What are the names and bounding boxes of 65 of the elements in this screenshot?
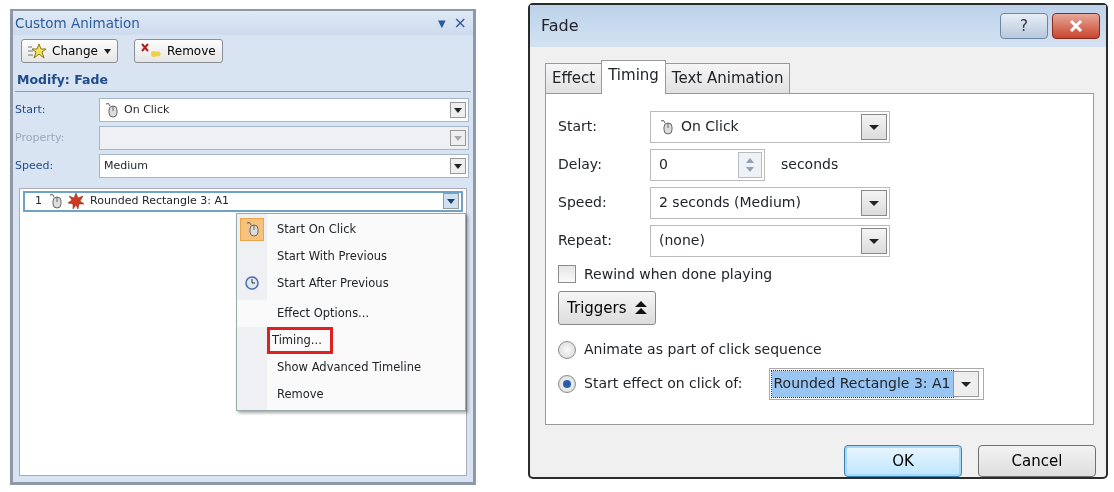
caret-icon bbox=[454, 106, 462, 113]
remove-icon bbox=[140, 43, 161, 59]
menu-item[interactable]: Start With Previous bbox=[237, 242, 465, 270]
radio-button[interactable] bbox=[558, 374, 576, 393]
mouse-icon bbox=[245, 221, 259, 238]
clock-icon bbox=[245, 276, 259, 291]
triggers-button[interactable]: Triggers bbox=[558, 290, 656, 325]
collapse-icon bbox=[634, 300, 647, 315]
help-button[interactable]: ? bbox=[1000, 12, 1048, 39]
caret-icon bbox=[454, 162, 462, 169]
menu-item[interactable]: Timing... bbox=[237, 326, 465, 354]
field-label: Delay: bbox=[558, 155, 603, 175]
menu-item[interactable]: Show Advanced Timeline bbox=[237, 353, 465, 381]
trigger-dropdown[interactable]: Rounded Rectangle 3: A1 bbox=[768, 367, 984, 400]
close-icon bbox=[1069, 19, 1083, 32]
menu-item[interactable]: Start On Click bbox=[237, 215, 465, 243]
radio-label: Animate as part of click sequence bbox=[584, 340, 822, 360]
checkbox[interactable] bbox=[558, 265, 576, 284]
field-label: Repeat: bbox=[558, 231, 613, 251]
dropdown-field[interactable]: 2 seconds (Medium) bbox=[650, 186, 890, 219]
change-button[interactable]: Change bbox=[21, 39, 118, 63]
dropdown-field[interactable]: On Click bbox=[650, 110, 890, 143]
spinner-field[interactable]: 0 bbox=[650, 148, 765, 181]
radio-button[interactable] bbox=[558, 340, 576, 359]
tab[interactable]: Timing bbox=[601, 59, 666, 94]
close-button[interactable] bbox=[1052, 12, 1100, 39]
caret-icon bbox=[454, 134, 462, 141]
field-label: Speed: bbox=[558, 193, 608, 213]
close-button[interactable]: × bbox=[453, 11, 467, 35]
menu-item[interactable]: Start After Previous bbox=[237, 269, 465, 297]
pane-title: Custom Animation bbox=[15, 13, 140, 33]
caret-icon bbox=[103, 48, 111, 54]
section-heading: Modify: Fade bbox=[15, 67, 471, 92]
caret-icon bbox=[869, 199, 879, 206]
dropdown-button[interactable] bbox=[443, 193, 459, 210]
animation-item[interactable]: 1 Rounded Rectangle 3: A1 bbox=[23, 190, 463, 212]
radio-label: Start effect on click of: bbox=[584, 374, 743, 394]
mouse-icon bbox=[104, 101, 118, 118]
caret-icon bbox=[869, 123, 879, 130]
menu-item[interactable]: Remove bbox=[237, 380, 465, 408]
field-label: Property: bbox=[15, 129, 66, 146]
field-label: Speed: bbox=[15, 157, 55, 174]
window-title: Fade bbox=[541, 14, 579, 37]
caret-icon bbox=[960, 380, 971, 387]
cancel-button[interactable]: Cancel bbox=[978, 445, 1096, 477]
star-icon bbox=[28, 43, 46, 59]
tab[interactable]: Effect bbox=[545, 62, 603, 93]
unit-label: seconds bbox=[781, 155, 839, 175]
checkbox-label: Rewind when done playing bbox=[584, 264, 773, 284]
mouse-icon bbox=[48, 193, 62, 210]
spin-arrows-icon bbox=[745, 156, 755, 173]
caret-icon bbox=[869, 237, 879, 244]
caret-icon bbox=[447, 198, 455, 205]
tab[interactable]: Text Animation bbox=[664, 62, 791, 93]
menu-item[interactable]: Effect Options... bbox=[237, 299, 465, 327]
dropdown-field[interactable]: On Click bbox=[99, 97, 469, 122]
remove-button[interactable]: Remove bbox=[133, 39, 223, 63]
field-label: Start: bbox=[558, 117, 598, 137]
field-label: Start: bbox=[15, 101, 47, 118]
mouse-icon bbox=[659, 118, 673, 135]
dropdown-field[interactable]: (none) bbox=[650, 224, 890, 257]
pane-menu-button[interactable]: ▼ bbox=[437, 15, 446, 31]
ok-button[interactable]: OK bbox=[844, 445, 962, 477]
dropdown-field[interactable]: Medium bbox=[99, 153, 469, 178]
starburst-icon bbox=[68, 193, 84, 210]
